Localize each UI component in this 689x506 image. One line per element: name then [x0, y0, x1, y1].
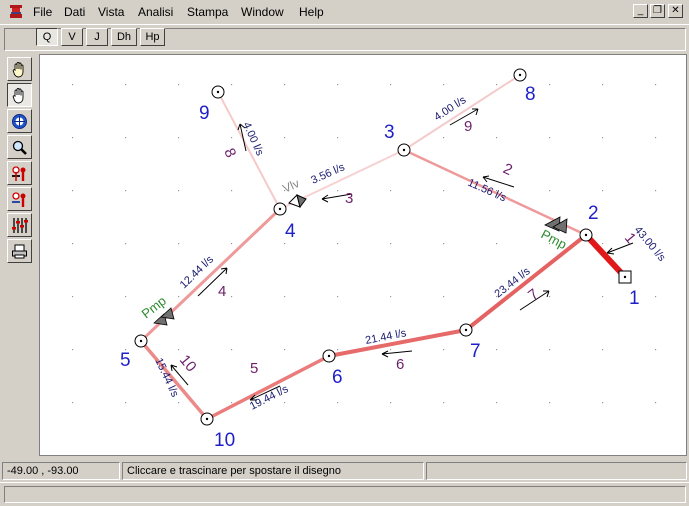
- node-1[interactable]: [618, 270, 632, 284]
- node-label-3: 3: [384, 122, 395, 143]
- node-label-8: 8: [525, 84, 536, 105]
- zoom-button[interactable]: [7, 135, 32, 159]
- node-center-dot: [584, 233, 588, 237]
- remove-node-icon: [12, 192, 26, 207]
- add-node-button[interactable]: [7, 161, 32, 185]
- node-center-dot: [278, 207, 282, 211]
- menu-analisi[interactable]: Analisi: [138, 5, 173, 19]
- network-canvas[interactable]: Pmp Pmp Vlv 43.00 l/s 11.56 l/s 3.56 l/s…: [39, 54, 687, 456]
- node-3[interactable]: [397, 143, 411, 157]
- variable-dh-button[interactable]: Dh: [111, 28, 137, 46]
- print-button[interactable]: [7, 239, 32, 263]
- node-10[interactable]: [200, 412, 214, 426]
- status-extra: [426, 462, 687, 480]
- node-label-4: 4: [285, 221, 296, 242]
- node-center-dot: [205, 417, 209, 421]
- menu-vista[interactable]: Vista: [98, 5, 124, 19]
- variable-v-button[interactable]: V: [61, 28, 83, 46]
- zoom-icon: [12, 140, 27, 155]
- print-icon: [12, 244, 27, 259]
- minimize-button[interactable]: _: [633, 4, 648, 18]
- bottom-bar-frame: [4, 486, 686, 503]
- pipe-label-4: 4: [218, 283, 226, 300]
- node-center-dot: [518, 73, 522, 77]
- tool-palette: [4, 54, 35, 456]
- menu-file[interactable]: File: [33, 5, 52, 19]
- node-label-7: 7: [470, 341, 481, 362]
- node-center-dot: [464, 328, 468, 332]
- grab-hand-icon: [12, 88, 24, 104]
- close-button[interactable]: ✕: [668, 4, 683, 18]
- target-icon: [12, 114, 27, 129]
- node-label-6: 6: [332, 367, 343, 388]
- equalizer-button[interactable]: [7, 213, 32, 237]
- status-message: Cliccare e trascinare per spostare il di…: [122, 462, 424, 480]
- grab-hand-button[interactable]: [7, 83, 32, 107]
- node-2[interactable]: [579, 228, 593, 242]
- menu-dati[interactable]: Dati: [64, 5, 85, 19]
- node-6[interactable]: [322, 349, 336, 363]
- node-5[interactable]: [134, 334, 148, 348]
- variable-j-button[interactable]: J: [86, 28, 108, 46]
- node-center-dot: [139, 339, 143, 343]
- pipe-label-5: 5: [250, 360, 258, 377]
- equalizer-icon: [12, 218, 28, 233]
- node-8[interactable]: [513, 68, 527, 82]
- menu-bar: File Dati Vista Analisi Stampa Window He…: [0, 0, 689, 24]
- status-bar: -49.00 , -93.00 Cliccare e trascinare pe…: [0, 460, 689, 482]
- app-icon[interactable]: [9, 4, 23, 19]
- node-label-5: 5: [120, 350, 131, 371]
- node-label-9: 9: [199, 103, 210, 124]
- variable-q-button[interactable]: Q: [36, 28, 58, 46]
- menu-help[interactable]: Help: [299, 5, 324, 19]
- node-7[interactable]: [459, 323, 473, 337]
- status-coordinates: -49.00 , -93.00: [2, 462, 120, 480]
- node-label-10: 10: [214, 430, 235, 451]
- pipe-label-6: 6: [396, 356, 404, 373]
- remove-node-button[interactable]: [7, 187, 32, 211]
- network-diagram[interactable]: Pmp Pmp Vlv 43.00 l/s 11.56 l/s 3.56 l/s…: [40, 55, 686, 455]
- node-center-dot: [623, 275, 627, 279]
- node-label-1: 1: [629, 288, 640, 309]
- pan-hand-icon: [12, 62, 24, 78]
- pipe-label-9: 9: [464, 118, 472, 135]
- pan-hand-button[interactable]: [7, 57, 32, 81]
- canvas-grid: [40, 55, 686, 455]
- node-9[interactable]: [211, 85, 225, 99]
- menu-stampa[interactable]: Stampa: [187, 5, 228, 19]
- target-button[interactable]: [7, 109, 32, 133]
- node-4[interactable]: [273, 202, 287, 216]
- bottom-bar: [0, 482, 689, 506]
- node-center-dot: [402, 148, 406, 152]
- node-label-2: 2: [588, 203, 599, 224]
- node-center-dot: [216, 90, 220, 94]
- variable-hp-button[interactable]: Hp: [140, 28, 165, 46]
- restore-button[interactable]: ❐: [650, 4, 665, 18]
- add-node-icon: [12, 166, 26, 181]
- node-center-dot: [327, 354, 331, 358]
- pipe-label-3: 3: [345, 190, 353, 207]
- menu-window[interactable]: Window: [241, 5, 284, 19]
